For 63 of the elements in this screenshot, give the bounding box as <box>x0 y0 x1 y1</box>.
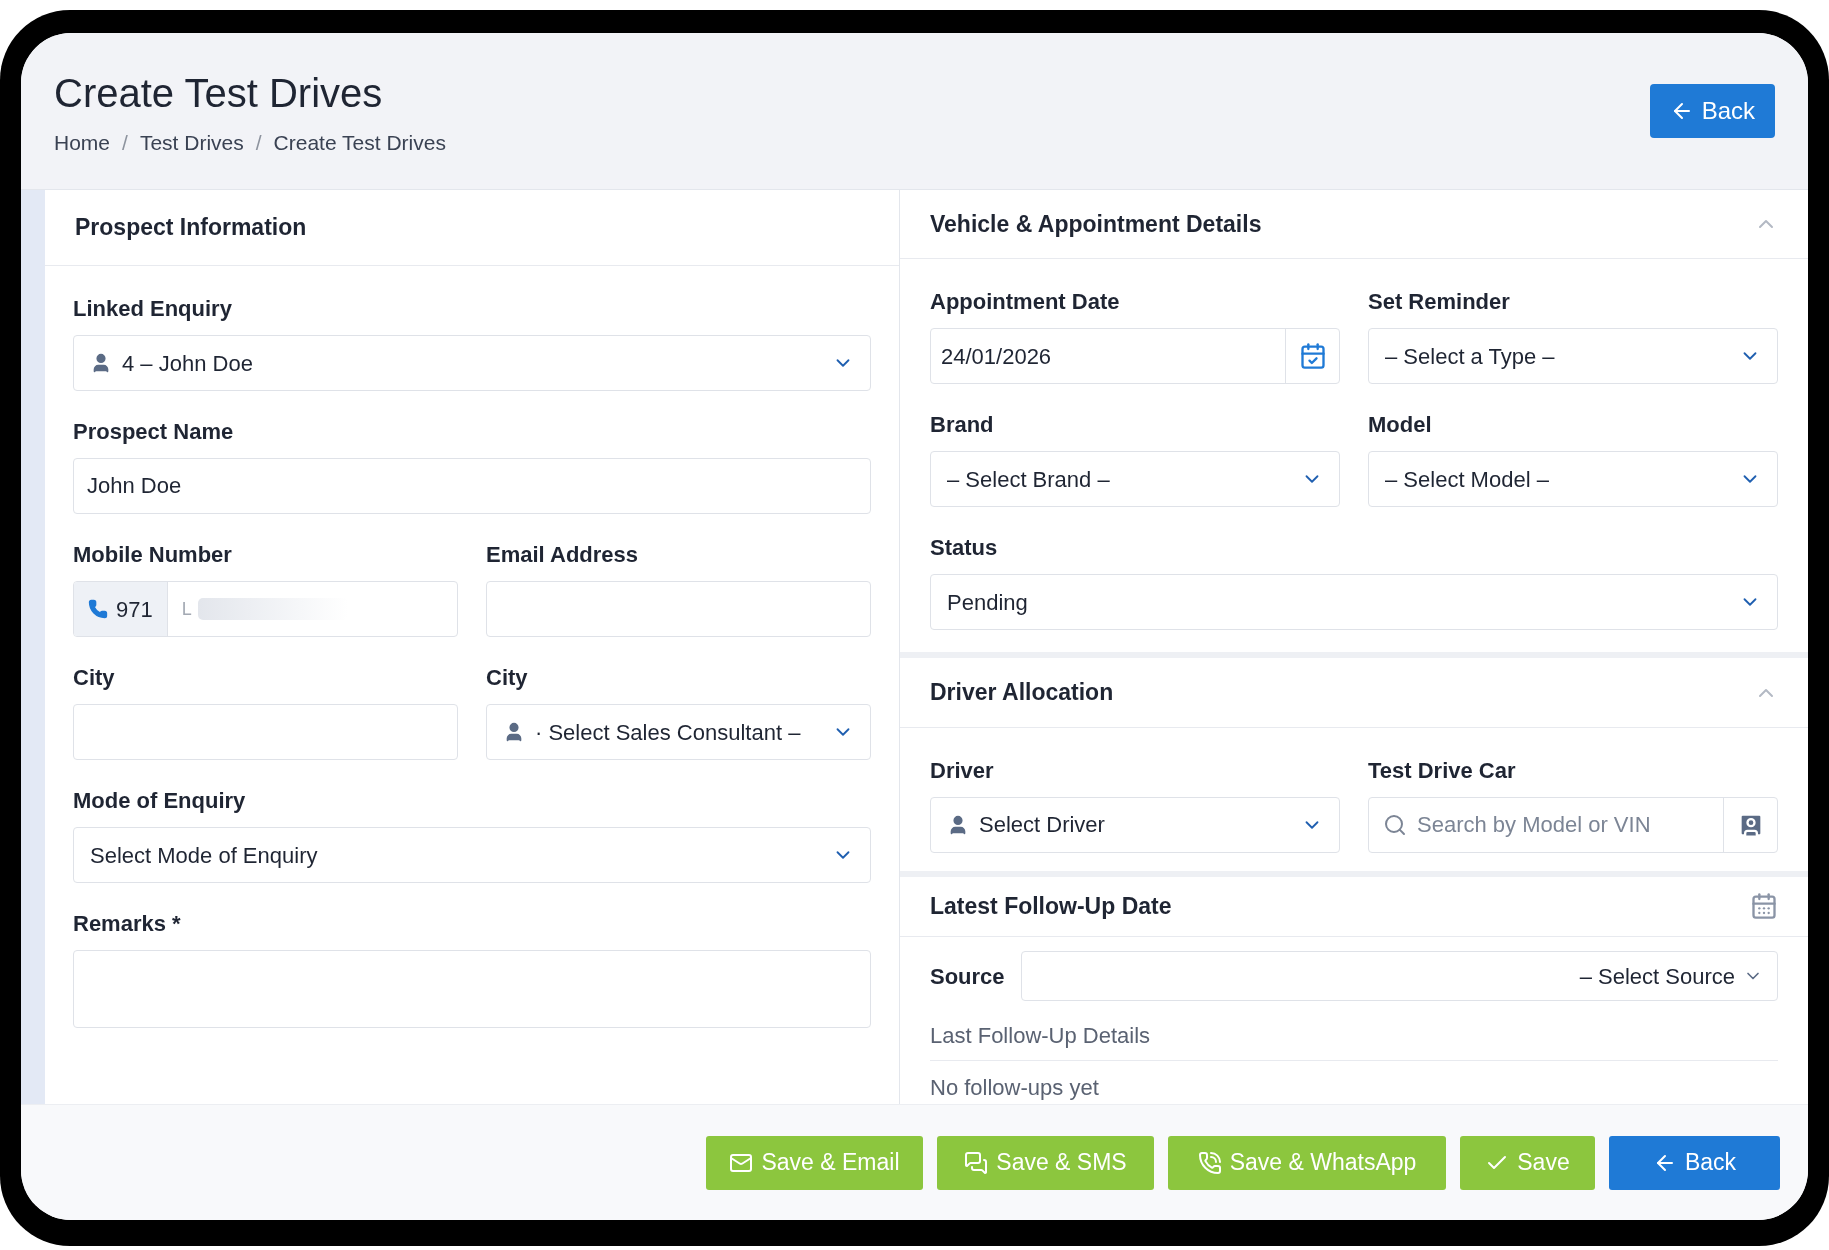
select-value: · Select Sales Consultant – <box>535 718 802 747</box>
select-value: 4 – John Doe <box>122 349 254 378</box>
field-label: Email Address <box>486 541 640 569</box>
section-title: Latest Follow-Up Date <box>930 892 1172 922</box>
select-value: – Select a Type – <box>1385 342 1556 371</box>
source-select[interactable]: – Select Source <box>1020 951 1778 1001</box>
select-field[interactable]: 4 – John Doe <box>73 335 871 391</box>
remarks-field[interactable] <box>73 950 871 1028</box>
field-label: Test Drive Car <box>1368 756 1517 785</box>
search-input[interactable]: Search by Model or VIN <box>1407 808 1723 842</box>
search-icon <box>1383 812 1407 837</box>
phone-value: L <box>180 597 192 621</box>
page-title: Create Test Drives <box>54 73 384 114</box>
field-label: Status <box>930 534 999 563</box>
section-title: Prospect Information <box>75 213 307 243</box>
field-label: Mobile Number <box>73 541 233 569</box>
phone-field[interactable]: 971 L <box>73 581 458 637</box>
text-field[interactable]: John Doe <box>73 458 871 514</box>
breadcrumb-link[interactable]: Create Test Drives <box>273 127 446 159</box>
date-field[interactable]: 24/01/2026 <box>930 328 1340 385</box>
select-field[interactable]: Select Driver <box>930 796 1340 853</box>
text-field[interactable] <box>73 704 458 760</box>
back-button[interactable]: Back <box>1649 84 1775 138</box>
field-label: City <box>73 664 116 692</box>
field-label: Linked Enquiry <box>73 295 233 323</box>
field-label: Set Reminder <box>1368 288 1511 317</box>
breadcrumb-link[interactable]: Home <box>54 127 111 159</box>
select-field[interactable]: – Select Model – <box>1368 451 1778 508</box>
select-value: – Select Model – <box>1385 465 1550 494</box>
field-label: Prospect Name <box>73 418 235 446</box>
empty-message: No follow-ups yet <box>930 1074 1100 1102</box>
field-label: Source <box>930 962 1005 991</box>
select-value: Pending <box>947 588 1029 617</box>
calendar-grid-icon[interactable] <box>1750 892 1778 921</box>
date-value: 24/01/2026 <box>940 342 1053 371</box>
field-label: Mode of Enquiry <box>73 787 247 815</box>
select-value: Select Driver <box>979 811 1106 840</box>
field-label: City <box>486 664 529 692</box>
calendar-icon[interactable] <box>1298 342 1327 371</box>
back-button[interactable]: Back <box>1609 1135 1780 1190</box>
text-field[interactable] <box>486 581 871 637</box>
country-code: 971 <box>74 582 168 636</box>
select-value: – Select Brand – <box>947 465 1111 494</box>
select-field[interactable]: Pending <box>930 574 1778 631</box>
details-heading: Last Follow-Up Details <box>930 1019 1778 1061</box>
field-label: Model <box>1368 411 1433 440</box>
field-label: Remarks * <box>73 910 182 938</box>
breadcrumb-separator: / <box>122 130 128 157</box>
section-title: Driver Allocation <box>930 678 1114 708</box>
chat-icon <box>964 1150 989 1175</box>
select-field[interactable]: – Select Brand – <box>930 451 1340 508</box>
search-field[interactable]: Search by Model or VIN <box>1368 796 1778 853</box>
select-field[interactable]: · Select Sales Consultant – <box>486 704 871 760</box>
breadcrumb-link[interactable]: Test Drives <box>139 127 244 159</box>
field-label: Appointment Date <box>930 288 1121 317</box>
field-label: Brand <box>930 411 995 440</box>
breadcrumb-separator: / <box>255 130 262 157</box>
section-title: Vehicle & Appointment Details <box>930 209 1262 239</box>
phone-bubble-icon <box>1197 1150 1222 1175</box>
field-label: Driver <box>930 756 995 785</box>
select-field[interactable]: Select Mode of Enquiry <box>73 827 871 883</box>
select-value: Select Mode of Enquiry <box>90 841 319 870</box>
select-field[interactable]: – Select a Type – <box>1368 328 1778 385</box>
